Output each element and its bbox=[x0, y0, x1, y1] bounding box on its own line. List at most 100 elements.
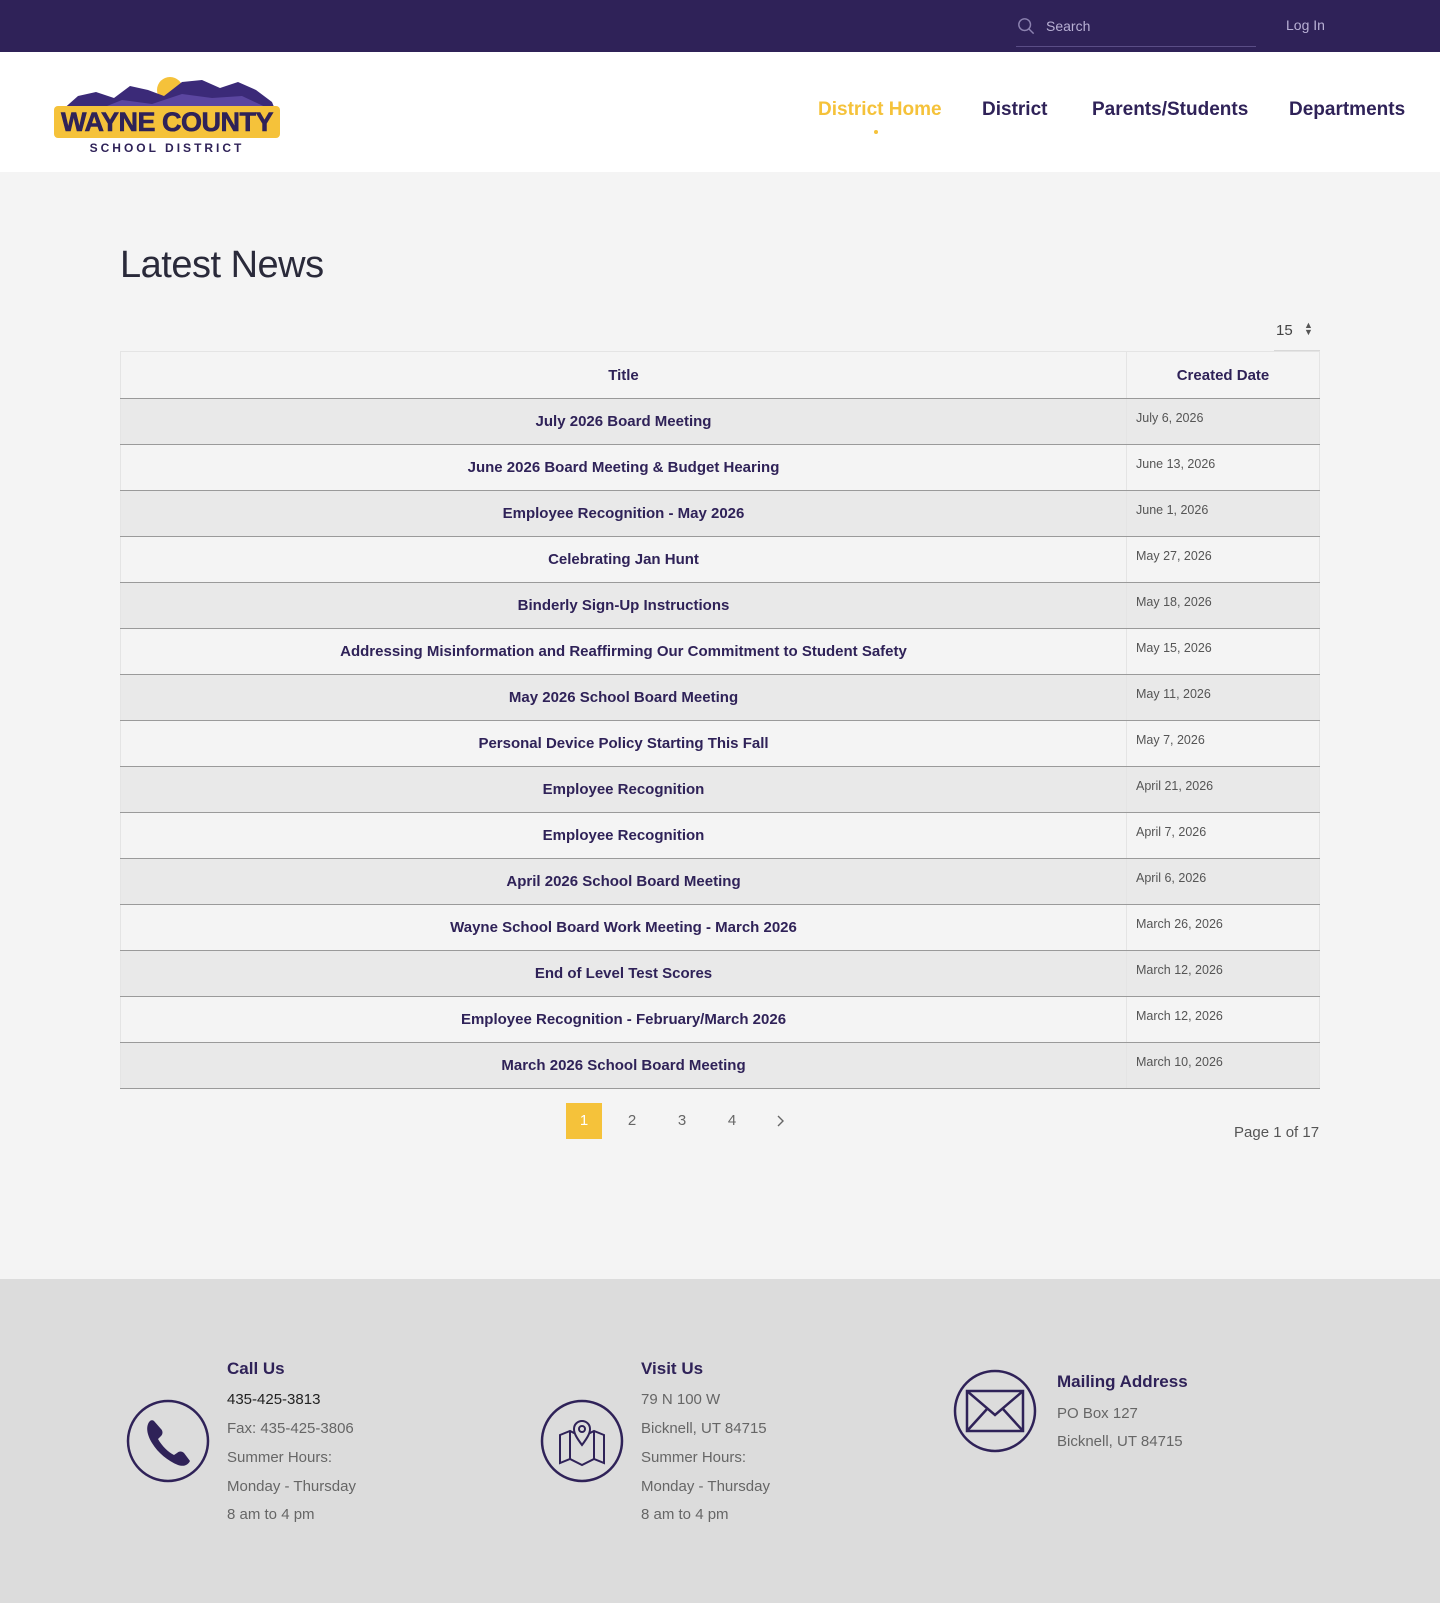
page-count: Page 1 of 17 bbox=[1234, 1124, 1320, 1141]
page-2-button[interactable]: 2 bbox=[614, 1103, 650, 1139]
title-cell: Employee Recognition bbox=[120, 766, 1127, 813]
news-title-link[interactable]: Employee Recognition bbox=[543, 781, 705, 798]
table-row: Employee Recognition - May 2026 June 1, 2… bbox=[120, 490, 1320, 537]
created-date-cell: May 11, 2026 bbox=[1126, 674, 1320, 721]
news-title-link[interactable]: Binderly Sign-Up Instructions bbox=[518, 597, 730, 614]
call-us-heading: Call Us bbox=[227, 1359, 285, 1378]
table-row: July 2026 Board Meeting July 6, 2026 bbox=[120, 398, 1320, 445]
title-cell: Wayne School Board Work Meeting - March … bbox=[120, 904, 1127, 951]
table-row: June 2026 Board Meeting & Budget Hearing… bbox=[120, 444, 1320, 491]
title-cell: Addressing Misinformation and Reaffirmin… bbox=[120, 628, 1127, 675]
call-hours-label: Summer Hours: bbox=[227, 1449, 333, 1466]
visit-us-heading: Visit Us bbox=[641, 1359, 704, 1378]
title-cell: Employee Recognition - February/March 20… bbox=[120, 996, 1127, 1043]
news-table: Title Created Date July 2026 Board Meeti… bbox=[120, 351, 1320, 1089]
title-cell: Binderly Sign-Up Instructions bbox=[120, 582, 1127, 629]
created-date-cell: March 26, 2026 bbox=[1126, 904, 1320, 951]
title-cell: July 2026 Board Meeting bbox=[120, 398, 1127, 445]
news-title-link[interactable]: Addressing Misinformation and Reaffirmin… bbox=[340, 643, 907, 660]
table-row: April 2026 School Board Meeting April 6, … bbox=[120, 858, 1320, 905]
search-box[interactable] bbox=[1016, 8, 1256, 47]
created-date-cell: May 7, 2026 bbox=[1126, 720, 1320, 767]
site-header: WAYNE COUNTY SCHOOL DISTRICT District Ho… bbox=[0, 52, 1440, 172]
news-title-link[interactable]: June 2026 Board Meeting & Budget Hearing bbox=[468, 459, 780, 476]
table-header-row: Title Created Date bbox=[120, 351, 1320, 399]
title-cell: End of Level Test Scores bbox=[120, 950, 1127, 997]
news-title-link[interactable]: Celebrating Jan Hunt bbox=[548, 551, 699, 568]
search-icon[interactable] bbox=[1017, 17, 1035, 35]
table-row: End of Level Test Scores March 12, 2026 bbox=[120, 950, 1320, 997]
login-link[interactable]: Log In bbox=[1286, 17, 1325, 33]
created-date-cell: June 13, 2026 bbox=[1126, 444, 1320, 491]
page-1-button[interactable]: 1 bbox=[566, 1103, 602, 1139]
news-title-link[interactable]: Employee Recognition - May 2026 bbox=[503, 505, 745, 522]
next-page-button[interactable] bbox=[762, 1103, 798, 1139]
chevron-right-icon bbox=[777, 1115, 784, 1127]
nav-district-home[interactable]: District Home bbox=[818, 99, 942, 121]
news-title-link[interactable]: Wayne School Board Work Meeting - March … bbox=[450, 919, 797, 936]
news-title-link[interactable]: April 2026 School Board Meeting bbox=[506, 873, 740, 890]
title-cell: Employee Recognition bbox=[120, 812, 1127, 859]
news-title-link[interactable]: Employee Recognition bbox=[543, 827, 705, 844]
created-date-cell: July 6, 2026 bbox=[1126, 398, 1320, 445]
title-cell: Celebrating Jan Hunt bbox=[120, 536, 1127, 583]
table-row: May 2026 School Board Meeting May 11, 202… bbox=[120, 674, 1320, 721]
table-row: Binderly Sign-Up Instructions May 18, 202… bbox=[120, 582, 1320, 629]
visit-hours-label: Summer Hours: bbox=[641, 1449, 747, 1466]
table-row: Celebrating Jan Hunt May 27, 2026 bbox=[120, 536, 1320, 583]
table-row: Employee Recognition April 21, 2026 bbox=[120, 766, 1320, 813]
news-title-link[interactable]: Employee Recognition - February/March 20… bbox=[461, 1011, 786, 1028]
call-days: Monday - Thursday bbox=[227, 1478, 356, 1495]
select-arrows-icon: ▲ ▼ bbox=[1304, 320, 1313, 337]
title-cell: April 2026 School Board Meeting bbox=[120, 858, 1127, 905]
created-date-cell: March 10, 2026 bbox=[1126, 1042, 1320, 1089]
news-title-link[interactable]: End of Level Test Scores bbox=[535, 965, 712, 982]
column-header-created-date[interactable]: Created Date bbox=[1126, 351, 1320, 399]
created-date-cell: April 7, 2026 bbox=[1126, 812, 1320, 859]
page-3-button[interactable]: 3 bbox=[664, 1103, 700, 1139]
page-4-button[interactable]: 4 bbox=[714, 1103, 750, 1139]
news-title-link[interactable]: May 2026 School Board Meeting bbox=[509, 689, 738, 706]
news-title-link[interactable]: July 2026 Board Meeting bbox=[536, 413, 712, 430]
created-date-cell: March 12, 2026 bbox=[1126, 950, 1320, 997]
table-row: Employee Recognition April 7, 2026 bbox=[120, 812, 1320, 859]
active-nav-indicator bbox=[874, 130, 878, 134]
visit-city: Bicknell, UT 84715 bbox=[641, 1420, 767, 1437]
nav-district[interactable]: District bbox=[982, 99, 1047, 121]
logo-subtitle: SCHOOL DISTRICT bbox=[90, 141, 245, 155]
nav-departments[interactable]: Departments bbox=[1289, 99, 1405, 121]
column-header-title[interactable]: Title bbox=[120, 351, 1127, 399]
envelope-icon bbox=[953, 1369, 1037, 1453]
main-nav: District Home District Parents/Students … bbox=[0, 99, 1440, 129]
created-date-cell: May 15, 2026 bbox=[1126, 628, 1320, 675]
news-title-link[interactable]: Personal Device Policy Starting This Fal… bbox=[478, 735, 768, 752]
table-row: March 2026 School Board Meeting March 10,… bbox=[120, 1042, 1320, 1089]
per-page-select[interactable]: 15 ▲ ▼ bbox=[1274, 317, 1320, 351]
phone-number-link[interactable]: 435-425-3813 bbox=[227, 1391, 320, 1408]
top-bar: Log In bbox=[0, 0, 1440, 52]
created-date-cell: March 12, 2026 bbox=[1126, 996, 1320, 1043]
table-row: Personal Device Policy Starting This Fal… bbox=[120, 720, 1320, 767]
table-row: Employee Recognition - February/March 20… bbox=[120, 996, 1320, 1043]
table-row: Addressing Misinformation and Reaffirmin… bbox=[120, 628, 1320, 675]
title-cell: March 2026 School Board Meeting bbox=[120, 1042, 1127, 1089]
site-footer: Call Us 435-425-3813 Fax: 435-425-3806 S… bbox=[0, 1279, 1440, 1603]
search-input[interactable] bbox=[1046, 14, 1251, 38]
created-date-cell: April 6, 2026 bbox=[1126, 858, 1320, 905]
nav-parents-students[interactable]: Parents/Students bbox=[1092, 99, 1248, 121]
news-title-link[interactable]: March 2026 School Board Meeting bbox=[501, 1057, 745, 1074]
mailing-city: Bicknell, UT 84715 bbox=[1057, 1433, 1183, 1450]
visit-days: Monday - Thursday bbox=[641, 1478, 770, 1495]
visit-street: 79 N 100 W bbox=[641, 1391, 721, 1408]
per-page-value: 15 bbox=[1276, 322, 1293, 339]
news-table-body: July 2026 Board Meeting July 6, 2026 June … bbox=[120, 398, 1320, 1089]
phone-icon bbox=[126, 1399, 210, 1483]
mailing-po-box: PO Box 127 bbox=[1057, 1405, 1138, 1422]
table-row: Wayne School Board Work Meeting - March … bbox=[120, 904, 1320, 951]
mailing-address-heading: Mailing Address bbox=[1057, 1372, 1188, 1391]
title-cell: Employee Recognition - May 2026 bbox=[120, 490, 1127, 537]
created-date-cell: May 27, 2026 bbox=[1126, 536, 1320, 583]
fax-number: Fax: 435-425-3806 bbox=[227, 1420, 354, 1437]
page-title: Latest News bbox=[120, 244, 324, 286]
created-date-cell: June 1, 2026 bbox=[1126, 490, 1320, 537]
